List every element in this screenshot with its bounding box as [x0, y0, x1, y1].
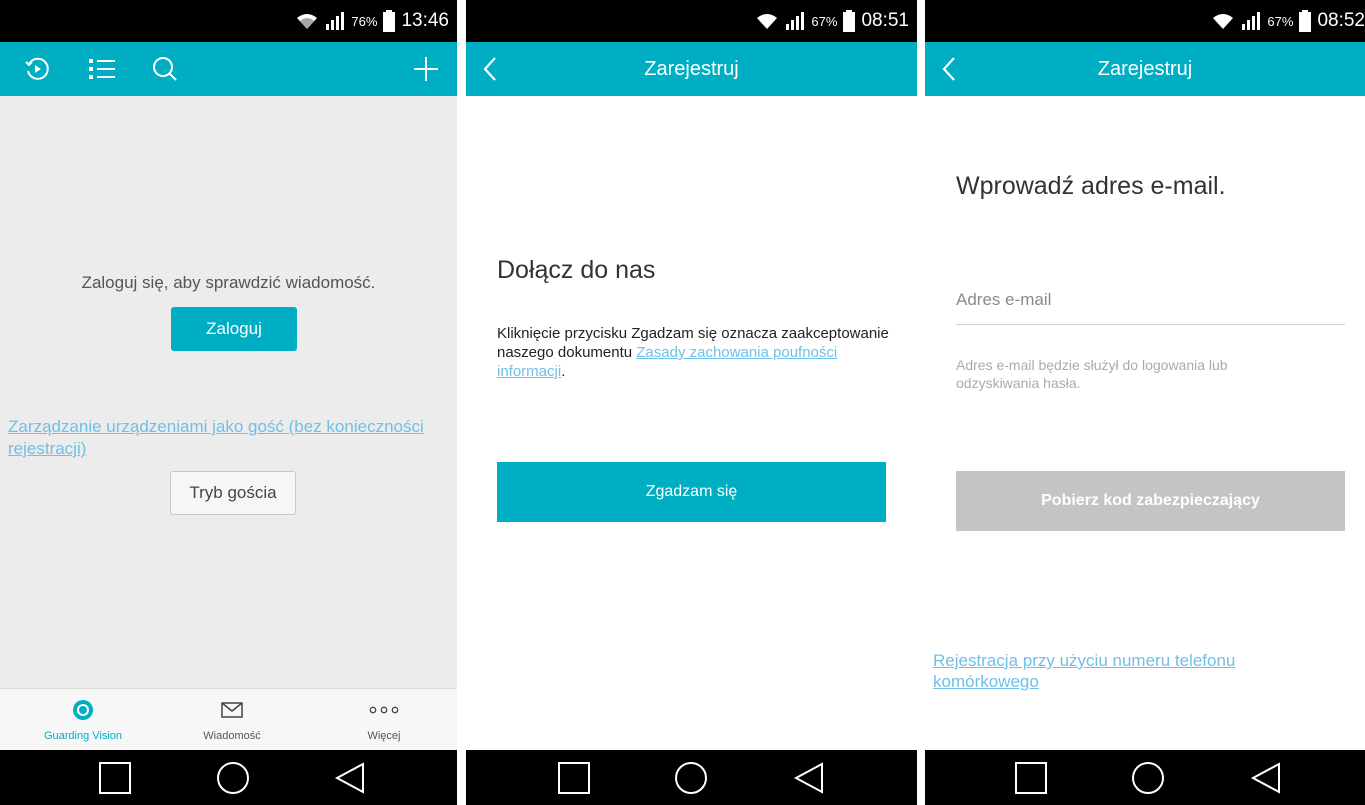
add-icon[interactable] — [413, 42, 439, 96]
battery-percent: 67% — [1267, 13, 1294, 29]
recent-apps-icon[interactable] — [1011, 750, 1051, 805]
tab-label: Guarding Vision — [43, 730, 123, 742]
status-bar: 67% 08:52 — [925, 0, 1365, 42]
clock: 13:46 — [401, 10, 449, 31]
register-terms-screen: 67% 08:51 Zarejestruj Dołącz do nas Klik… — [466, 0, 917, 805]
battery-icon — [843, 10, 856, 32]
bottom-tab-bar: Guarding Vision Wiadomość Więcej — [0, 688, 457, 751]
app-toolbar: Zarejestruj — [925, 42, 1365, 96]
envelope-icon — [221, 699, 243, 721]
wifi-icon — [295, 12, 319, 30]
app-toolbar: Zarejestruj — [466, 42, 917, 96]
signal-icon — [1241, 11, 1261, 31]
back-icon[interactable] — [330, 750, 370, 805]
guest-mode-button[interactable]: Tryb gościa — [170, 471, 296, 515]
guarding-vision-home-screen: 76% 13:46 Zaloguj się, aby sprawdzić wia… — [0, 0, 457, 805]
tab-guarding-vision[interactable]: Guarding Vision — [8, 689, 158, 751]
terms-text: Kliknięcie przycisku Zgadzam się oznacza… — [497, 324, 897, 381]
page-title: Zarejestruj — [1097, 58, 1193, 80]
system-nav-bar — [925, 750, 1365, 805]
wifi-icon — [755, 12, 779, 30]
wifi-icon — [1211, 12, 1235, 30]
history-icon[interactable] — [24, 42, 50, 96]
back-icon[interactable] — [789, 750, 829, 805]
back-icon[interactable] — [1246, 750, 1286, 805]
tab-more[interactable]: Więcej — [309, 689, 457, 751]
page-title: Zarejestruj — [644, 58, 739, 80]
list-icon[interactable] — [89, 42, 115, 96]
agree-button[interactable]: Zgadzam się — [497, 462, 886, 522]
guarding-vision-icon — [72, 699, 94, 721]
signal-icon — [785, 11, 805, 31]
get-security-code-button[interactable]: Pobierz kod zabezpieczający — [956, 471, 1345, 531]
more-dots-icon — [369, 699, 399, 721]
guest-management-link[interactable]: Zarządzanie urządzeniami jako gość (bez … — [8, 416, 453, 460]
clock: 08:51 — [861, 10, 909, 31]
home-icon[interactable] — [1128, 750, 1168, 805]
tab-label: Więcej — [367, 730, 401, 742]
email-field[interactable] — [956, 276, 1345, 325]
app-toolbar — [0, 42, 457, 96]
recent-apps-icon[interactable] — [554, 750, 594, 805]
signal-icon — [325, 11, 345, 31]
login-button[interactable]: Zaloguj — [171, 307, 297, 351]
home-icon[interactable] — [213, 750, 253, 805]
terms-end: . — [561, 363, 566, 380]
home-icon[interactable] — [671, 750, 711, 805]
system-nav-bar — [0, 750, 457, 805]
join-heading: Dołącz do nas — [497, 256, 656, 284]
clock: 08:52 — [1317, 10, 1365, 31]
phone-registration-link[interactable]: Rejestracja przy użyciu numeru telefonu … — [933, 650, 1313, 692]
status-bar: 67% 08:51 — [466, 0, 917, 42]
email-hint-text: Adres e-mail będzie służył do logowania … — [956, 357, 1228, 391]
tab-label: Wiadomość — [203, 730, 261, 742]
login-prompt-text: Zaloguj się, aby sprawdzić wiadomość. — [81, 273, 376, 292]
battery-icon — [383, 10, 396, 32]
search-icon[interactable] — [152, 42, 178, 96]
status-bar: 76% 13:46 — [0, 0, 457, 42]
system-nav-bar — [466, 750, 917, 805]
tab-message[interactable]: Wiadomość — [157, 689, 307, 751]
battery-percent: 67% — [811, 13, 838, 29]
register-email-screen: 67% 08:52 Zarejestruj Wprowadź adres e-m… — [925, 0, 1365, 805]
battery-icon — [1299, 10, 1312, 32]
email-heading: Wprowadź adres e-mail. — [956, 172, 1226, 200]
recent-apps-icon[interactable] — [95, 750, 135, 805]
battery-percent: 76% — [351, 13, 378, 29]
